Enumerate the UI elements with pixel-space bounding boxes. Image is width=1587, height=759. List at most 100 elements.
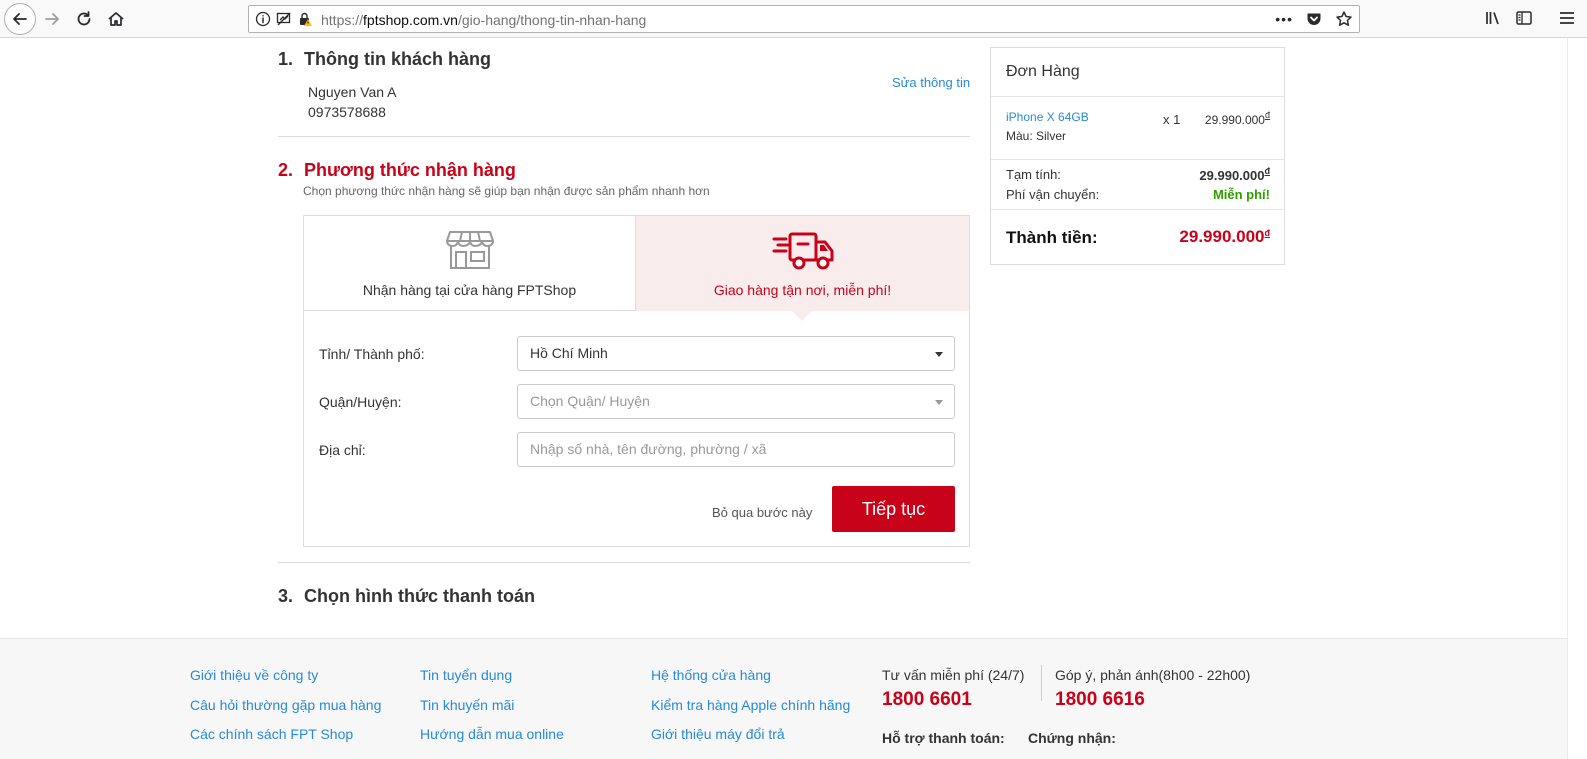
order-summary: Đơn Hàng iPhone X 64GB Màu: Silver x 1 2… — [990, 47, 1285, 265]
main-menu-button[interactable] — [1558, 9, 1576, 32]
delivery-method-panel: Nhận hàng tại cửa hàng FPTShop Giao hàng… — [303, 215, 970, 547]
pickup-in-store-option[interactable]: Nhận hàng tại cửa hàng FPTShop — [304, 216, 636, 311]
city-select[interactable]: Hồ Chí Minh — [517, 336, 955, 371]
continue-button[interactable]: Tiếp tục — [832, 486, 955, 532]
hotline-separator — [1041, 665, 1042, 701]
shipping-fee-label: Phí vận chuyển: — [1006, 187, 1100, 202]
total-amount: 29.990.000 — [1179, 227, 1265, 246]
order-divider — [991, 209, 1284, 210]
customer-phone: 0973578688 — [308, 104, 386, 120]
delivery-method-title: Phương thức nhận hàng — [304, 160, 516, 180]
edit-customer-info-link[interactable]: Sửa thông tin — [892, 75, 970, 90]
back-button[interactable] — [4, 3, 36, 35]
district-select-placeholder: Chọn Quận/ Huyện — [530, 393, 650, 409]
city-select-value: Hồ Chí Minh — [530, 345, 608, 361]
home-button[interactable] — [102, 5, 130, 33]
skip-step-link[interactable]: Bỏ qua bước này — [712, 505, 812, 520]
section-divider — [278, 562, 970, 563]
pocket-icon[interactable] — [1305, 10, 1323, 28]
order-item-price-value: 29.990.000 — [1204, 113, 1265, 127]
currency-symbol: đ — [1264, 110, 1270, 120]
hotline-feedback-number[interactable]: 1800 6616 — [1055, 689, 1145, 711]
order-item-quantity: x 1 — [1163, 112, 1181, 127]
footer-link-apple-check[interactable]: Kiểm tra hàng Apple chính hãng — [651, 697, 850, 713]
payment-method-number: 3. — [278, 586, 294, 606]
footer-link-jobs[interactable]: Tin tuyển dụng — [420, 667, 512, 683]
insecure-lock-icon[interactable] — [297, 11, 313, 27]
hotline-consult-number[interactable]: 1800 6601 — [882, 689, 972, 711]
footer-link-stores[interactable]: Hệ thống cửa hàng — [651, 667, 771, 683]
order-divider — [991, 159, 1284, 160]
hotline-consult-label: Tư vấn miễn phí (24/7) — [882, 667, 1025, 683]
chevron-down-icon — [935, 352, 943, 357]
customer-name: Nguyen Van A — [308, 84, 397, 100]
total-value: 29.990.000đ — [1179, 227, 1270, 247]
info-icon[interactable] — [255, 11, 271, 27]
total-label: Thành tiền: — [1006, 228, 1098, 247]
address-input[interactable]: Nhập số nhà, tên đường, phường / xã — [517, 432, 955, 467]
url-prefix: https:// — [321, 12, 364, 28]
site-footer: Giới thiệu về công ty Câu hỏi thường gặp… — [0, 638, 1567, 759]
address-input-placeholder: Nhập số nhà, tên đường, phường / xã — [530, 441, 767, 457]
address-label: Địa chỉ: — [319, 442, 366, 458]
page-actions-menu-icon[interactable]: ••• — [1275, 11, 1293, 27]
footer-link-faq[interactable]: Câu hỏi thường gặp mua hàng — [190, 697, 381, 713]
hotline-feedback-label: Góp ý, phản ánh(8h00 - 22h00) — [1055, 667, 1251, 683]
url-host: fptshop.com.vn — [363, 12, 458, 28]
customer-info-heading: 1. Thông tin khách hàng — [278, 49, 491, 70]
arrow-left-icon — [13, 13, 27, 25]
order-summary-title: Đơn Hàng — [1006, 63, 1080, 80]
url-text: https://fptshop.com.vn/gio-hang/thong-ti… — [321, 12, 646, 28]
footer-link-policies[interactable]: Các chính sách FPT Shop — [190, 726, 353, 742]
home-icon — [108, 12, 124, 26]
tracking-protection-icon[interactable] — [276, 11, 292, 27]
hamburger-menu-icon — [1560, 12, 1574, 24]
library-icon — [1486, 12, 1499, 25]
section-divider — [278, 136, 970, 137]
customer-info-number: 1. — [278, 49, 294, 69]
bookmark-star-icon[interactable] — [1335, 10, 1353, 28]
reload-button[interactable] — [70, 5, 98, 33]
address-bar[interactable]: https://fptshop.com.vn/gio-hang/thong-ti… — [248, 5, 1360, 33]
scrollbar[interactable] — [1567, 38, 1587, 759]
subtotal-value: 29.990.000đ — [1199, 166, 1270, 183]
customer-info-title: Thông tin khách hàng — [304, 49, 491, 69]
order-item-name-link[interactable]: iPhone X 64GB — [1006, 110, 1089, 124]
order-item-color: Màu: Silver — [1006, 129, 1067, 143]
sidebar-icon — [1516, 11, 1532, 25]
delivery-truck-icon — [772, 232, 834, 270]
certification-label: Chứng nhận: — [1028, 730, 1116, 746]
city-label: Tỉnh/ Thành phố: — [319, 346, 425, 362]
footer-link-online-guide[interactable]: Hướng dẫn mua online — [420, 726, 564, 742]
home-delivery-option[interactable]: Giao hàng tận nơi, miễn phí! — [636, 216, 969, 311]
payment-method-heading[interactable]: 3. Chọn hình thức thanh toán — [278, 586, 535, 607]
pickup-in-store-label: Nhận hàng tại cửa hàng FPTShop — [362, 282, 577, 298]
footer-link-promotions[interactable]: Tin khuyến mãi — [420, 697, 514, 713]
footer-link-about[interactable]: Giới thiệu về công ty — [190, 667, 318, 683]
currency-symbol: đ — [1264, 166, 1271, 176]
subtotal-label: Tạm tính: — [1006, 167, 1061, 182]
library-button[interactable] — [1484, 9, 1502, 32]
delivery-method-heading: 2. Phương thức nhận hàng — [278, 160, 516, 181]
order-item-price: 29.990.000đ — [1205, 110, 1270, 127]
url-path: /gio-hang/thong-tin-nhan-hang — [457, 12, 647, 28]
chevron-down-icon — [935, 400, 943, 405]
forward-button[interactable] — [38, 5, 66, 33]
checkout-page: 1. Thông tin khách hàng Nguyen Van A 0973… — [0, 38, 1587, 759]
selected-option-caret — [792, 311, 812, 321]
currency-symbol: đ — [1264, 228, 1271, 238]
subtotal-amount: 29.990.000 — [1199, 168, 1265, 183]
payment-support-label: Hỗ trợ thanh toán: — [882, 730, 1005, 746]
payment-method-title: Chọn hình thức thanh toán — [304, 586, 535, 606]
district-select[interactable]: Chọn Quận/ Huyện — [517, 384, 955, 419]
shipping-fee-value: Miễn phí! — [1212, 187, 1270, 202]
store-icon — [446, 231, 494, 269]
sidebar-button[interactable] — [1515, 9, 1533, 32]
reload-icon — [77, 11, 91, 26]
delivery-method-note: Chọn phương thức nhận hàng sẽ giúp bạn n… — [303, 184, 710, 198]
district-label: Quận/Huyện: — [319, 394, 402, 410]
order-divider — [991, 96, 1284, 97]
arrow-right-icon — [45, 13, 59, 25]
footer-link-tradein[interactable]: Giới thiệu máy đổi trả — [651, 726, 785, 742]
home-delivery-label: Giao hàng tận nơi, miễn phí! — [713, 282, 892, 298]
